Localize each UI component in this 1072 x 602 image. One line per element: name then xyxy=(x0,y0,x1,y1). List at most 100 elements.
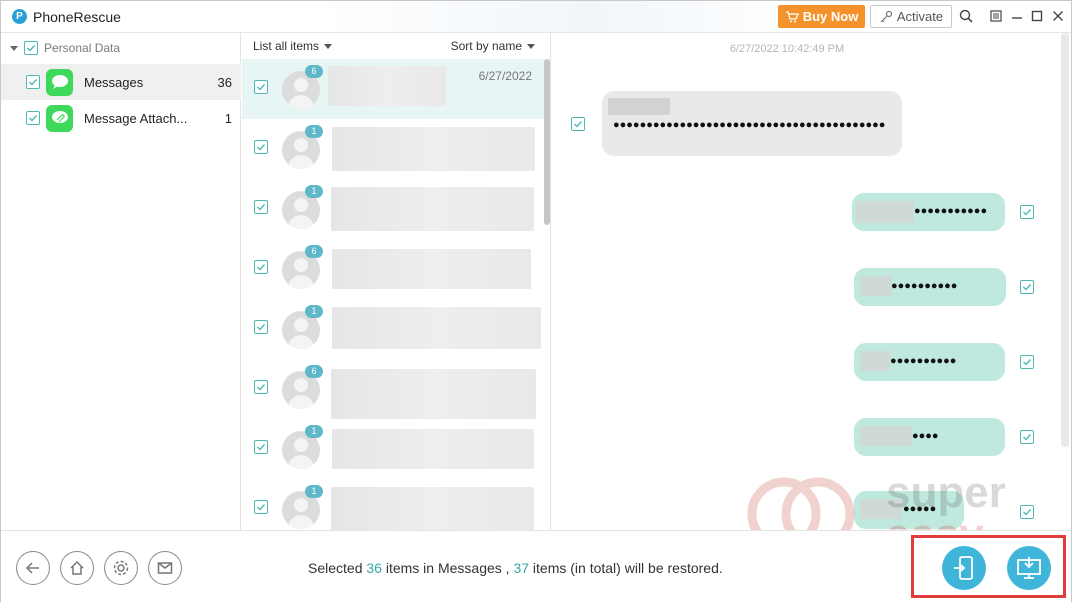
list-item[interactable]: 6 xyxy=(242,239,544,299)
chat-scrollbar[interactable] xyxy=(1061,33,1069,447)
message-checkbox[interactable] xyxy=(1020,205,1034,219)
gear-icon xyxy=(113,560,129,576)
check-icon xyxy=(1023,434,1032,441)
feedback-button[interactable] xyxy=(148,551,182,585)
message-text: ●●●●● xyxy=(903,503,937,515)
check-icon xyxy=(257,84,266,91)
check-icon xyxy=(1023,284,1032,291)
list-item[interactable]: 1 xyxy=(242,479,544,530)
buy-now-label: Buy Now xyxy=(802,9,859,24)
messages-checkbox[interactable] xyxy=(26,75,40,89)
message-count-badge: 1 xyxy=(305,125,323,138)
outgoing-message-bubble: ●●●●●●●●●● xyxy=(854,268,1006,306)
chevron-down-icon xyxy=(527,43,535,49)
cart-icon xyxy=(785,10,799,22)
activate-button[interactable]: Activate xyxy=(870,5,952,28)
message-text: ●●●●●●●●●●● xyxy=(914,205,988,217)
check-icon xyxy=(29,79,38,86)
message-checkbox[interactable] xyxy=(1020,430,1034,444)
outgoing-message-bubble: ●●●●● xyxy=(854,491,964,529)
message-count-badge: 6 xyxy=(305,65,323,78)
chevron-down-icon xyxy=(324,43,333,49)
list-item[interactable]: 6 xyxy=(242,359,544,419)
conversation-checkbox[interactable] xyxy=(254,260,268,274)
title-bar: P PhoneRescue Buy Now Activate xyxy=(1,1,1071,33)
redacted-contact xyxy=(332,429,534,469)
list-item[interactable]: 1 xyxy=(242,299,544,359)
outgoing-message-bubble: ●●●●●●●●●● xyxy=(854,343,1005,381)
message-count-badge: 6 xyxy=(305,245,323,258)
sort-label: Sort by name xyxy=(450,39,522,53)
highlight-annotation-box xyxy=(911,535,1066,598)
conversation-checkbox[interactable] xyxy=(254,380,268,394)
sort-dropdown[interactable]: Sort by name xyxy=(451,39,535,53)
status-suffix: items (in total) will be restored. xyxy=(532,560,723,576)
app-window: P PhoneRescue Buy Now Activate Personal … xyxy=(0,0,1072,602)
close-icon[interactable] xyxy=(1050,8,1066,24)
home-button[interactable] xyxy=(60,551,94,585)
message-text: ●●●●●●●●●●●●●●●●●●●●●●●●●●●●●●●●●●●●●●●●… xyxy=(613,119,886,131)
expand-caret-icon[interactable] xyxy=(10,45,18,51)
redacted-content xyxy=(860,351,890,371)
outgoing-message-bubble: ●●●● xyxy=(854,418,1005,456)
list-item[interactable]: 6 6/27/2022 xyxy=(242,59,544,119)
sidebar-item-count: 36 xyxy=(217,74,232,90)
home-icon xyxy=(70,560,84,575)
message-text: ●●●●●●●●●● xyxy=(891,280,958,292)
messages-icon xyxy=(46,68,73,96)
list-item[interactable]: 1 xyxy=(242,119,544,179)
check-icon xyxy=(257,444,266,451)
redacted-content xyxy=(856,201,914,223)
conversation-checkbox[interactable] xyxy=(254,320,268,334)
conversation-checkbox[interactable] xyxy=(254,200,268,214)
menu-icon[interactable] xyxy=(988,8,1004,24)
redacted-contact xyxy=(328,66,446,106)
list-item[interactable]: 1 xyxy=(242,179,544,239)
check-icon xyxy=(257,384,266,391)
message-checkbox[interactable] xyxy=(1020,355,1034,369)
message-checkbox[interactable] xyxy=(571,117,585,131)
attachments-checkbox[interactable] xyxy=(26,111,40,125)
check-icon xyxy=(1023,359,1032,366)
redacted-contact xyxy=(332,127,535,171)
mail-icon xyxy=(157,562,173,574)
conversation-checkbox[interactable] xyxy=(254,440,268,454)
list-header: List all items Sort by name xyxy=(242,33,550,59)
total-count: 37 xyxy=(513,560,530,576)
buy-now-button[interactable]: Buy Now xyxy=(778,5,865,28)
message-count-badge: 1 xyxy=(305,425,323,438)
section-checkbox[interactable] xyxy=(24,41,38,55)
check-icon xyxy=(1023,209,1032,216)
check-icon xyxy=(257,324,266,331)
list-item[interactable]: 1 xyxy=(242,419,544,479)
arrow-left-icon xyxy=(25,562,39,574)
conversation-checkbox[interactable] xyxy=(254,80,268,94)
redacted-content xyxy=(860,276,892,296)
personal-data-section[interactable]: Personal Data xyxy=(10,41,120,55)
check-icon xyxy=(257,264,266,271)
conversation-list: List all items Sort by name 6 6/27/2022 … xyxy=(242,33,551,530)
restore-status-text: Selected 36 items in Messages , 37 items… xyxy=(308,560,723,576)
sidebar-item-message-attachments[interactable]: Message Attach... 1 xyxy=(1,100,241,136)
conversation-checkbox[interactable] xyxy=(254,140,268,154)
section-label: Personal Data xyxy=(44,41,121,55)
key-icon xyxy=(880,10,892,22)
back-button[interactable] xyxy=(16,551,50,585)
redacted-contact xyxy=(332,307,541,349)
minimize-icon[interactable] xyxy=(1009,8,1025,24)
maximize-icon[interactable] xyxy=(1029,8,1045,24)
list-scrollbar[interactable] xyxy=(544,59,550,225)
conversation-checkbox[interactable] xyxy=(254,500,268,514)
settings-button[interactable] xyxy=(104,551,138,585)
message-detail-panel: 6/27/2022 10:42:49 PM ●●●●●●●●●●●●●●●●●●… xyxy=(552,33,1071,530)
sidebar-item-messages[interactable]: Messages 36 xyxy=(1,64,241,100)
status-prefix: Selected xyxy=(308,560,363,576)
message-checkbox[interactable] xyxy=(1020,505,1034,519)
message-text: ●●●●●●●●●● xyxy=(890,355,957,367)
message-timestamp: 6/27/2022 10:42:49 PM xyxy=(729,43,845,55)
check-icon xyxy=(1023,509,1032,516)
search-icon[interactable] xyxy=(958,8,974,24)
check-icon xyxy=(27,45,36,52)
message-checkbox[interactable] xyxy=(1020,280,1034,294)
list-filter-dropdown[interactable]: List all items xyxy=(253,39,333,53)
